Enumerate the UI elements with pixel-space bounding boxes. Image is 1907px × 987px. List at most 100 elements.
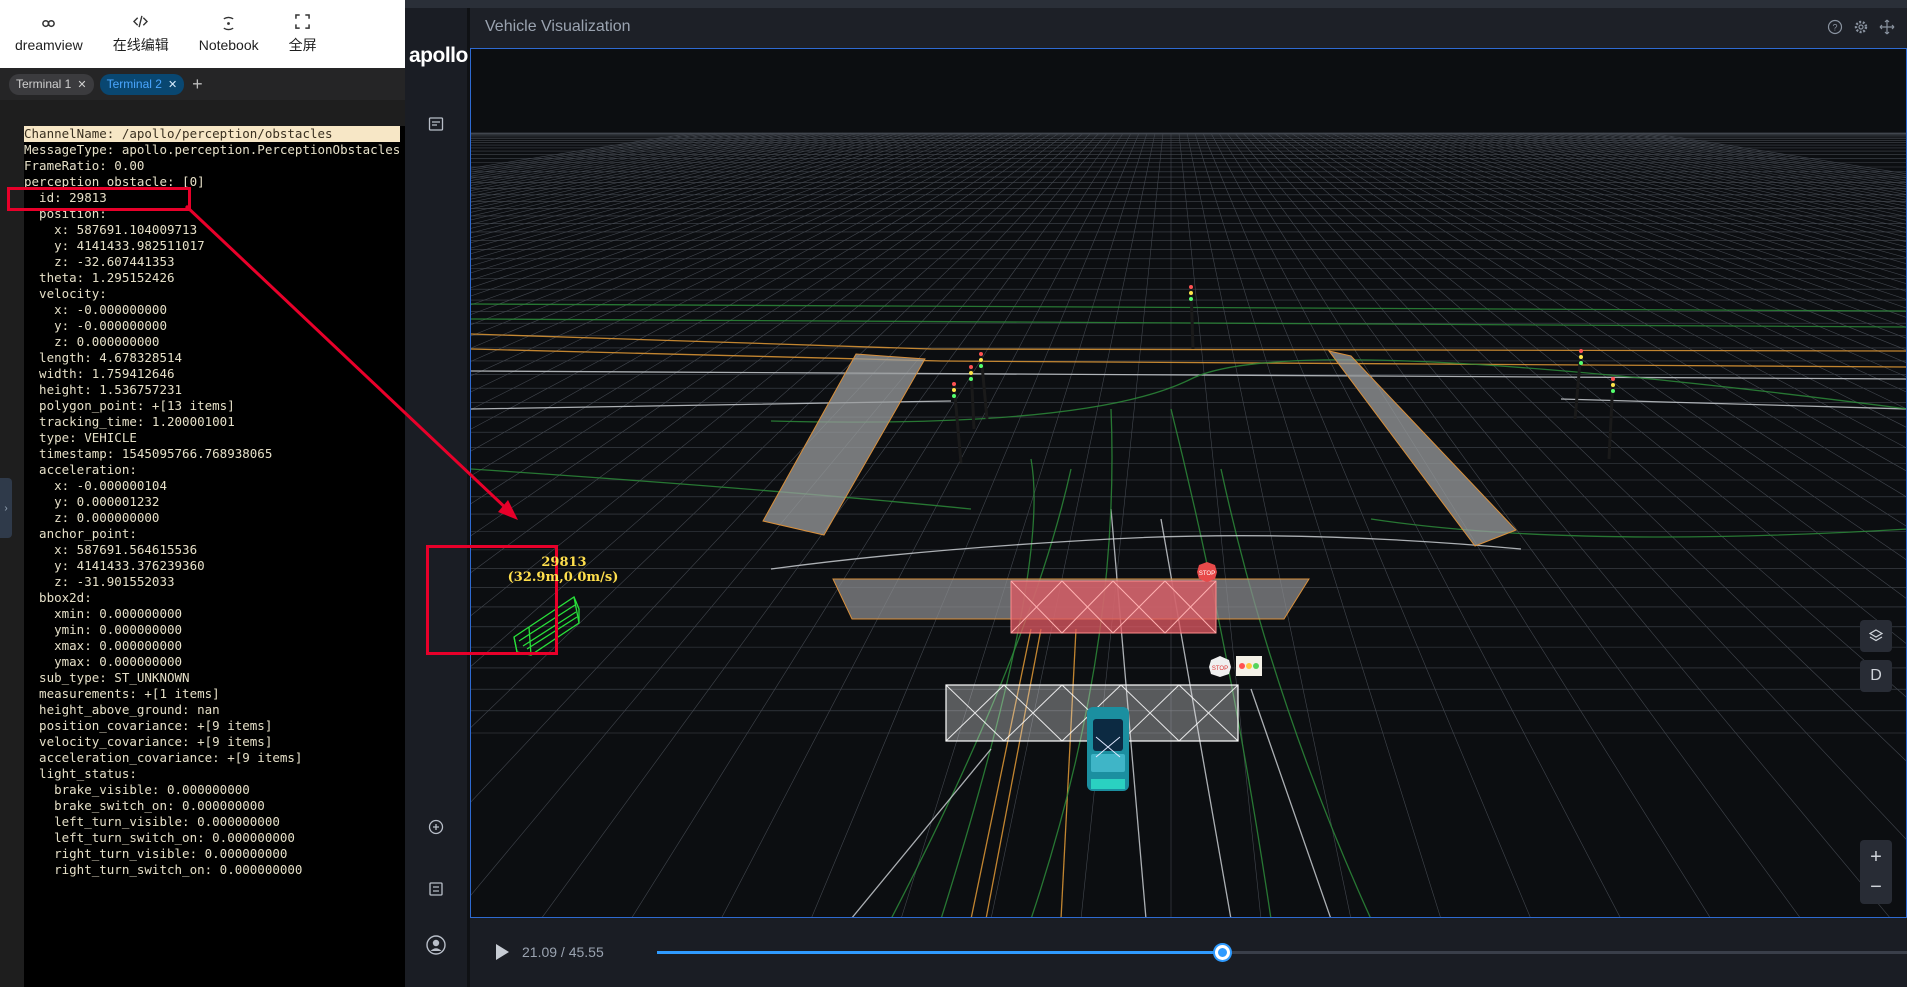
- terminal-line: x: -0.000000104: [24, 478, 167, 493]
- toolbar-dreamview-button[interactable]: dreamview: [0, 0, 98, 68]
- terminal-line: theta: 1.295152426: [24, 270, 175, 285]
- terminal-line: z: 0.000000000: [24, 334, 160, 349]
- terminal-line: FrameRatio: 0.00: [24, 158, 145, 173]
- 3d-viewport[interactable]: STOP STOP: [470, 48, 1907, 918]
- add-panel-icon[interactable]: [428, 819, 444, 835]
- panel-header: [470, 8, 1907, 48]
- stop-sign-icon: STOP: [1197, 562, 1217, 582]
- terminal-line: type: VEHICLE: [24, 430, 137, 445]
- close-icon[interactable]: ✕: [168, 78, 177, 91]
- panel-list-icon[interactable]: [428, 116, 444, 132]
- progress-fill: [657, 951, 1222, 954]
- stop-sign-text: STOP: [1199, 571, 1215, 577]
- user-avatar-icon[interactable]: [426, 935, 446, 955]
- toolbar-label: dreamview: [15, 36, 83, 53]
- terminal-line: anchor_point:: [24, 526, 137, 541]
- tab-label: Terminal 2: [106, 77, 162, 91]
- toolbar-notebook-button[interactable]: Notebook: [184, 0, 274, 68]
- ide-panel: dreamview 在线编辑 Notebook 全屏 Terminal 1 ✕ …: [0, 0, 405, 987]
- terminal-line: ymin: 0.000000000: [24, 622, 183, 637]
- terminal-tabbar: Terminal 1 ✕ Terminal 2 ✕ +: [0, 68, 405, 100]
- terminal-line: z: 0.000000000: [24, 510, 160, 525]
- terminal-line: velocity:: [24, 286, 107, 301]
- terminal-line: right_turn_switch_on: 0.000000000: [24, 862, 303, 877]
- terminal-line: sub_type: ST_UNKNOWN: [24, 670, 190, 685]
- terminal-line: acceleration_covariance: +[9 items]: [24, 750, 303, 765]
- toolbar-editor-button[interactable]: 在线编辑: [98, 0, 184, 68]
- ego-vehicle: [1087, 707, 1129, 791]
- terminal-line: height: 1.536757231: [24, 382, 183, 397]
- close-icon[interactable]: ✕: [77, 78, 86, 91]
- gear-icon[interactable]: [1853, 19, 1869, 35]
- sidebar-toggle[interactable]: ›: [0, 478, 12, 538]
- terminal-line: measurements: +[1 items]: [24, 686, 220, 701]
- help-icon[interactable]: ?: [1827, 19, 1843, 35]
- toolbar-fullscreen-button[interactable]: 全屏: [274, 0, 332, 68]
- terminal-line: position_covariance: +[9 items]: [24, 718, 273, 733]
- obstacle-id-label: 29813: [541, 555, 587, 570]
- traffic-signal-decision-icon: [1236, 656, 1262, 676]
- terminal-line: brake_visible: 0.000000000: [24, 782, 250, 797]
- add-terminal-button[interactable]: +: [192, 74, 203, 95]
- terminal-line: y: -0.000000000: [24, 318, 167, 333]
- chevron-right-icon: ›: [4, 502, 8, 514]
- terminal-line: y: 4141433.982511017: [24, 238, 205, 253]
- terminal-line: ymax: 0.000000000: [24, 654, 183, 669]
- terminal-line: xmax: 0.000000000: [24, 638, 183, 653]
- play-icon[interactable]: [494, 943, 510, 961]
- terminal-line: light_status:: [24, 766, 137, 781]
- terminal-line: timestamp: 1545095766.768938065: [24, 446, 273, 461]
- terminal-line: height_above_ground: nan: [24, 702, 220, 717]
- terminal-line: x: -0.000000000: [24, 302, 167, 317]
- dreamview-app: apollo Vehicle Visualization ? STOP STOP…: [405, 0, 1907, 987]
- tab-terminal-2[interactable]: Terminal 2 ✕: [99, 73, 185, 95]
- terminal-line: bbox2d:: [24, 590, 92, 605]
- terminal-line: y: 0.000001232: [24, 494, 160, 509]
- terminal-lines: ChannelName: /apollo/perception/obstacle…: [24, 126, 401, 878]
- panel-title: Vehicle Visualization: [485, 18, 631, 35]
- terminal-line: x: 587691.104009713: [24, 222, 198, 237]
- code-icon: [133, 15, 149, 27]
- layers-icon: [1869, 629, 1883, 642]
- terminal-line: left_turn_switch_on: 0.000000000: [24, 830, 295, 845]
- stop-fence: [1010, 580, 1217, 634]
- playback-time: 21.09 / 45.55: [522, 944, 604, 960]
- terminal-line: polygon_point: +[13 items]: [24, 398, 235, 413]
- window-top-bar: [405, 0, 1907, 8]
- fullscreen-icon: [295, 13, 310, 29]
- settings-list-icon[interactable]: [428, 881, 444, 897]
- zoom-controls: + −: [1860, 840, 1892, 904]
- terminal-line: right_turn_visible: 0.000000000: [24, 846, 288, 861]
- progress-handle[interactable]: [1214, 945, 1230, 960]
- terminal-line: xmin: 0.000000000: [24, 606, 183, 621]
- terminal-line: z: -32.607441353: [24, 254, 175, 269]
- toolbar-label: 在线编辑: [112, 36, 169, 53]
- view-mode-button[interactable]: D: [1860, 660, 1892, 692]
- layers-button[interactable]: [1860, 620, 1892, 652]
- terminal-line: x: 587691.564615536: [24, 542, 198, 557]
- terminal-line: z: -31.901552033: [24, 574, 175, 589]
- link-icon: [42, 19, 56, 27]
- notebook-icon: [223, 16, 234, 30]
- toolbar-label: 全屏: [288, 36, 317, 53]
- zoom-in-button[interactable]: +: [1870, 842, 1882, 872]
- tab-terminal-1[interactable]: Terminal 1 ✕: [9, 73, 94, 95]
- terminal-line: width: 1.759412646: [24, 366, 175, 381]
- terminal-line: brake_switch_on: 0.000000000: [24, 798, 265, 813]
- zoom-out-button[interactable]: −: [1870, 872, 1882, 902]
- toolbar-label: Notebook: [198, 36, 259, 53]
- svg-text:?: ?: [1832, 23, 1837, 33]
- terminal-line: MessageType: apollo.perception.Perceptio…: [24, 142, 401, 157]
- stop-sign-text: STOP: [1212, 666, 1228, 672]
- expand-icon[interactable]: [1879, 19, 1895, 35]
- terminal-line: y: 4141433.376239360: [24, 558, 205, 573]
- apollo-logo: apollo: [409, 44, 468, 67]
- terminal-line: left_turn_visible: 0.000000000: [24, 814, 280, 829]
- terminal-line: acceleration:: [24, 462, 137, 477]
- terminal-line: velocity_covariance: +[9 items]: [24, 734, 273, 749]
- annotation-highlight-id: [7, 187, 191, 211]
- scene-canvas: STOP STOP: [471, 49, 1906, 917]
- terminal-line: length: 4.678328514: [24, 350, 183, 365]
- terminal-output[interactable]: ChannelName: /apollo/perception/obstacle…: [24, 126, 405, 987]
- obstacle-info-label: (32.9m,0.0m/s): [507, 570, 619, 585]
